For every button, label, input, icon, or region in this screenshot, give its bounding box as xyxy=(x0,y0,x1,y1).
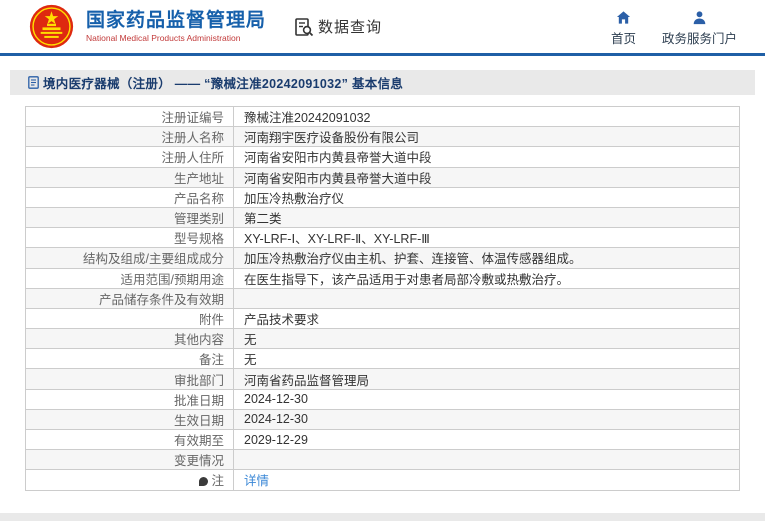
table-row: 其他内容无 xyxy=(25,328,740,350)
row-label: 适用范围/预期用途 xyxy=(25,267,234,289)
table-row: 批准日期 2024-12-30 xyxy=(25,388,740,410)
table-row: 适用范围/预期用途 在医生指导下，该产品适用于对患者局部冷敷或热敷治疗。 xyxy=(25,267,740,289)
row-value: 在医生指导下，该产品适用于对患者局部冷敷或热敷治疗。 xyxy=(233,267,740,289)
breadcrumb: 境内医疗器械（注册） —— “豫械注准20242091032” 基本信息 xyxy=(10,70,755,95)
nav-home[interactable]: 首页 xyxy=(611,10,636,47)
table-row: 型号规格 XY-LRF-Ⅰ、XY-LRF-Ⅱ、XY-LRF-Ⅲ xyxy=(25,227,740,249)
row-value: 详情 xyxy=(233,469,740,491)
row-value: 2029-12-29 xyxy=(233,428,740,451)
table-row: 生效日期 2024-12-30 xyxy=(25,408,740,431)
footer-strip xyxy=(0,513,765,521)
row-label: 批准日期 xyxy=(25,388,234,410)
detail-link[interactable]: 详情 xyxy=(244,474,269,488)
org-name-en: National Medical Products Administration xyxy=(86,32,241,43)
row-label: 有效期至 xyxy=(25,428,234,451)
row-label: 结构及组成/主要组成成分 xyxy=(25,247,234,269)
row-label: 注册人名称 xyxy=(25,126,234,148)
row-label: 附件 xyxy=(25,307,234,330)
row-label: 注册证编号 xyxy=(25,105,234,128)
header: 国家药品监督管理局 National Medical Products Admi… xyxy=(0,0,765,56)
page-title: 境内医疗器械（注册） —— “豫械注准20242091032” 基本信息 xyxy=(43,77,404,91)
row-value xyxy=(233,287,740,309)
row-value: 2024-12-30 xyxy=(233,408,740,431)
registration-info-table: 注册证编号 豫械注准20242091032 注册人名称 河南翔宇医疗设备股份有限公司注… xyxy=(25,105,740,491)
row-value: 河南省安阳市内黄县帝誉大道中段 xyxy=(233,146,740,168)
document-search-icon xyxy=(295,17,314,36)
row-value xyxy=(233,449,740,471)
info-table-body: 注册证编号 豫械注准20242091032 注册人名称 河南翔宇医疗设备股份有限公司注… xyxy=(25,105,740,491)
row-label: 管理类别 xyxy=(25,206,234,229)
table-row: 有效期至 2029-12-29 xyxy=(25,428,740,451)
table-row: 附件 产品技术要求 xyxy=(25,307,740,330)
national-emblem-logo xyxy=(29,4,74,49)
row-label: 变更情况 xyxy=(25,449,234,471)
row-label: 生效日期 xyxy=(25,408,234,431)
nav-portal[interactable]: 政务服务门户 xyxy=(662,10,737,47)
row-value: 第二类 xyxy=(233,206,740,229)
row-label: 产品储存条件及有效期 xyxy=(25,287,234,309)
row-value: 加压冷热敷治疗仪由主机、护套、连接管、体温传感器组成。 xyxy=(233,247,740,269)
table-row: 审批部门 河南省药品监督管理局 xyxy=(25,368,740,390)
row-value: 无 xyxy=(233,348,740,370)
row-label: 备注 xyxy=(25,348,234,370)
row-value: 产品技术要求 xyxy=(233,307,740,330)
table-row: 产品名称 加压冷热敷治疗仪 xyxy=(25,186,740,208)
row-value: 河南省安阳市内黄县帝誉大道中段 xyxy=(233,166,740,188)
row-label: 审批部门 xyxy=(25,368,234,390)
row-value: XY-LRF-Ⅰ、XY-LRF-Ⅱ、XY-LRF-Ⅲ xyxy=(233,227,740,249)
data-query-label: 数据查询 xyxy=(318,19,383,36)
table-row: 生产地址 河南省安阳市内黄县帝誉大道中段 xyxy=(25,166,740,188)
nav-home-label: 首页 xyxy=(610,32,636,46)
row-label: 型号规格 xyxy=(25,227,234,249)
balloon-icon xyxy=(199,477,209,487)
org-title-block: 国家药品监督管理局 National Medical Products Admi… xyxy=(86,10,266,44)
row-label: 其他内容 xyxy=(25,328,234,350)
table-row: 产品储存条件及有效期 xyxy=(25,287,740,309)
table-row: 备注无 xyxy=(25,348,740,370)
table-row: 注册证编号 豫械注准20242091032 xyxy=(25,105,740,128)
row-label: 生产地址 xyxy=(25,166,234,188)
data-query-nav[interactable]: 数据查询 xyxy=(294,16,382,37)
table-row: 注详情 xyxy=(25,469,740,491)
table-row: 管理类别 第二类 xyxy=(25,206,740,229)
row-label: 注册人住所 xyxy=(25,146,234,168)
home-icon xyxy=(616,11,631,24)
row-value: 河南翔宇医疗设备股份有限公司 xyxy=(233,126,740,148)
row-label: 注 xyxy=(25,469,234,491)
table-row: 注册人住所 河南省安阳市内黄县帝誉大道中段 xyxy=(25,146,740,168)
row-value: 加压冷热敷治疗仪 xyxy=(233,186,740,208)
document-icon xyxy=(28,76,39,89)
row-value: 河南省药品监督管理局 xyxy=(233,368,740,390)
row-label: 产品名称 xyxy=(25,186,234,208)
table-row: 结构及组成/主要组成成分 加压冷热敷治疗仪由主机、护套、连接管、体温传感器组成。 xyxy=(25,247,740,269)
table-row: 变更情况 xyxy=(25,449,740,471)
table-row: 注册人名称 河南翔宇医疗设备股份有限公司 xyxy=(25,126,740,148)
row-value: 豫械注准20242091032 xyxy=(233,105,740,128)
user-icon xyxy=(693,11,706,25)
nav-portal-label: 政务服务门户 xyxy=(661,32,737,46)
row-value: 无 xyxy=(233,328,740,350)
header-right-nav: 首页 政务服务门户 xyxy=(611,10,737,47)
row-value: 2024-12-30 xyxy=(233,388,740,410)
org-name-cn: 国家药品监督管理局 xyxy=(86,9,267,31)
